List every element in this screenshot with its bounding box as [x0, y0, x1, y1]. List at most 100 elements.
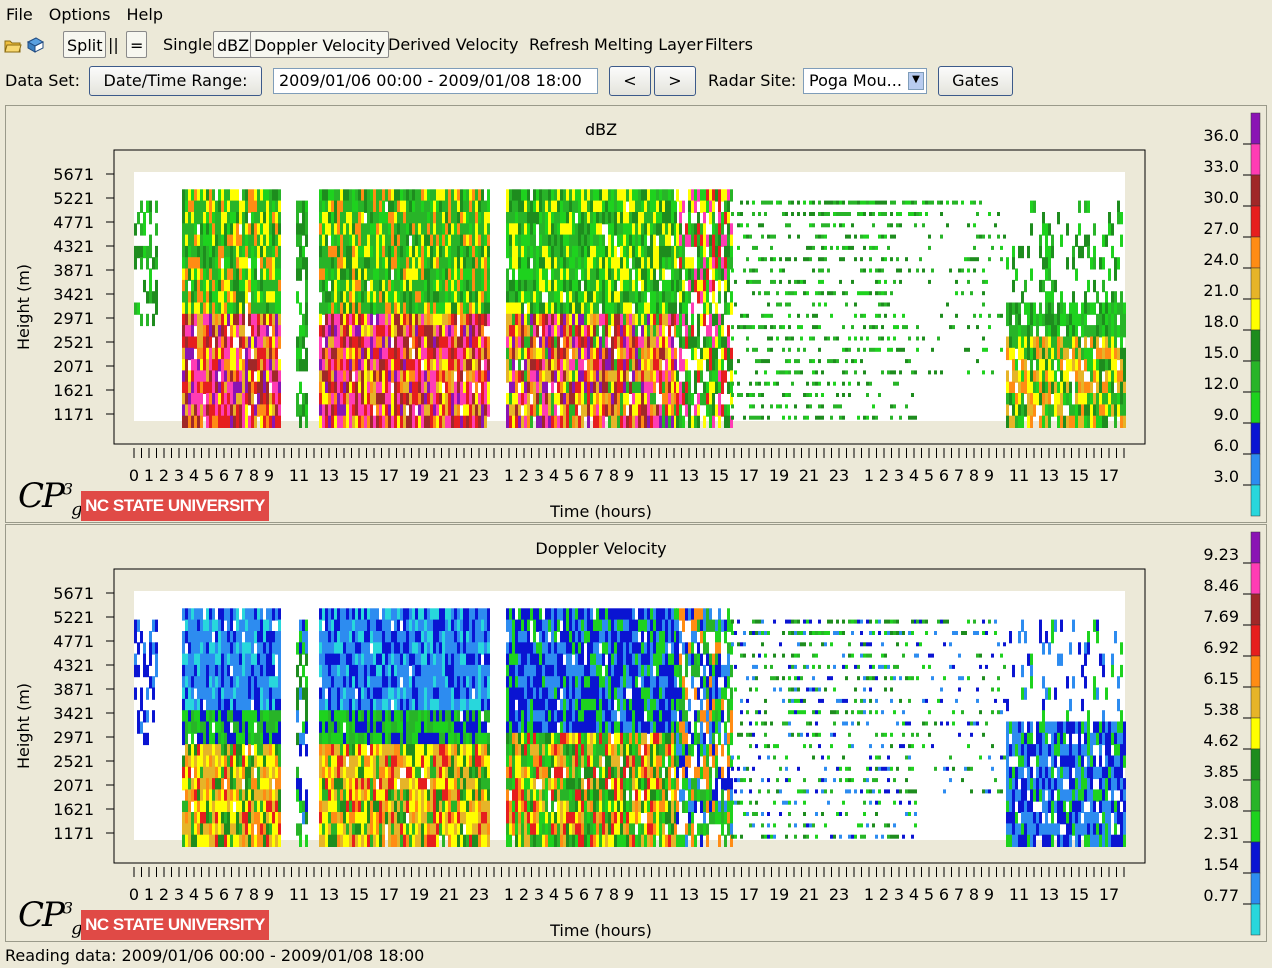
heatmap-cell	[752, 404, 755, 409]
heatmap-cell	[391, 223, 394, 236]
heatmap-cell	[203, 732, 206, 746]
menu-options[interactable]: Options	[43, 5, 117, 24]
heatmap-cell	[641, 359, 644, 372]
date-time-range-button[interactable]: Date/Time Range:	[89, 66, 262, 96]
dbz-button[interactable]: dBZ	[213, 31, 254, 58]
heatmap-cell	[845, 302, 848, 307]
heatmap-cell	[884, 234, 887, 239]
split-button[interactable]: Split	[63, 31, 107, 58]
heatmap-cell	[596, 234, 599, 247]
melting-layer-button[interactable]: Melting Layer	[594, 31, 703, 58]
heatmap-cell	[382, 370, 385, 383]
heatmap-cell	[614, 200, 617, 213]
heatmap-cell	[976, 234, 979, 239]
heatmap-cell	[209, 766, 212, 780]
heatmap-cell	[668, 393, 671, 406]
heatmap-cell	[257, 336, 260, 349]
book-icon[interactable]	[26, 36, 44, 54]
heatmap-cell	[469, 268, 472, 281]
heatmap-cell	[269, 189, 272, 202]
refresh-button[interactable]: Refresh	[529, 31, 589, 58]
heatmap-cell	[727, 381, 730, 394]
heatmap-cell	[641, 415, 644, 428]
previous-button[interactable]: <	[609, 66, 651, 96]
colorbar-swatch	[1250, 422, 1261, 455]
heatmap-cell	[922, 268, 925, 273]
heatmap-cell	[776, 200, 779, 205]
heatmap-cell	[875, 279, 878, 284]
heatmap-cell	[1090, 257, 1093, 270]
heatmap-cell	[605, 189, 608, 202]
heatmap-cell	[242, 223, 245, 236]
heatmap-cell	[206, 687, 209, 700]
heatmap-cell	[548, 393, 551, 406]
heatmap-cell	[448, 404, 451, 417]
heatmap-cell	[1075, 336, 1078, 349]
parallel-button[interactable]: ||	[108, 31, 119, 58]
menu-file[interactable]: File	[0, 5, 39, 24]
heatmap-cell	[484, 393, 487, 406]
heatmap-cell	[475, 393, 478, 406]
heatmap-cell	[457, 302, 460, 315]
heatmap-cell	[340, 347, 343, 361]
heatmap-cell	[463, 223, 466, 236]
heatmap-cell	[209, 404, 212, 417]
equals-button[interactable]: =	[126, 31, 148, 58]
heatmap-cell	[203, 800, 206, 813]
heatmap-cell	[233, 325, 236, 338]
heatmap-cell	[451, 325, 454, 338]
chevron-down-icon[interactable]: ▼	[908, 72, 924, 90]
heatmap-cell	[1024, 325, 1027, 338]
heatmap-cell	[557, 291, 560, 304]
heatmap-cell	[469, 302, 472, 315]
heatmap-cell	[1111, 325, 1114, 338]
heatmap-cell	[212, 404, 215, 417]
heatmap-cell	[466, 347, 469, 361]
heatmap-cell	[988, 257, 991, 262]
heatmap-cell	[406, 336, 409, 349]
heatmap-cell	[337, 234, 340, 247]
doppler-velocity-button[interactable]: Doppler Velocity	[250, 31, 390, 58]
heatmap-cell	[391, 234, 394, 247]
gates-button[interactable]: Gates	[938, 66, 1013, 96]
heatmap-cell	[842, 223, 845, 228]
heatmap-cell	[596, 313, 599, 327]
date-range-field[interactable]: 2009/01/06 00:00 - 2009/01/08 18:00	[273, 68, 598, 94]
heatmap-cell	[632, 279, 635, 293]
heatmap-cell	[521, 291, 524, 304]
heatmap-cell	[194, 710, 197, 723]
single-button[interactable]: Single	[163, 31, 212, 58]
heatmap-cell	[146, 257, 149, 270]
menu-help[interactable]: Help	[121, 5, 169, 24]
heatmap-cell	[364, 223, 367, 236]
y-tick-label: 3421	[53, 285, 94, 304]
heatmap-cell	[275, 404, 278, 417]
heatmap-cell	[146, 732, 149, 746]
next-button[interactable]: >	[654, 66, 696, 96]
open-folder-icon[interactable]	[4, 36, 22, 54]
heatmap-cell	[218, 223, 221, 236]
heatmap-cell	[818, 200, 821, 205]
heatmap-cell	[376, 291, 379, 304]
heatmap-cell	[824, 223, 827, 228]
heatmap-cell	[224, 664, 227, 678]
heatmap-cell	[418, 359, 421, 372]
heatmap-cell	[475, 223, 478, 236]
heatmap-cell	[194, 778, 197, 791]
heatmap-cell	[302, 200, 305, 213]
heatmap-cell	[512, 212, 515, 225]
heatmap-cell	[355, 370, 358, 383]
radar-site-select[interactable]: Poga Mou... ▼	[803, 68, 927, 94]
heatmap-cell	[521, 415, 524, 428]
heatmap-cell	[509, 212, 512, 225]
heatmap-cell	[278, 393, 281, 406]
heatmap-cell	[650, 268, 653, 281]
heatmap-cell	[439, 302, 442, 315]
heatmap-cell	[608, 234, 611, 247]
heatmap-cell	[415, 268, 418, 281]
x-axis-label: Time (hours)	[549, 502, 652, 521]
filters-button[interactable]: Filters	[705, 31, 753, 58]
heatmap-cell	[188, 212, 191, 225]
derived-velocity-button[interactable]: Derived Velocity	[388, 31, 519, 58]
heatmap-cell	[527, 313, 530, 327]
